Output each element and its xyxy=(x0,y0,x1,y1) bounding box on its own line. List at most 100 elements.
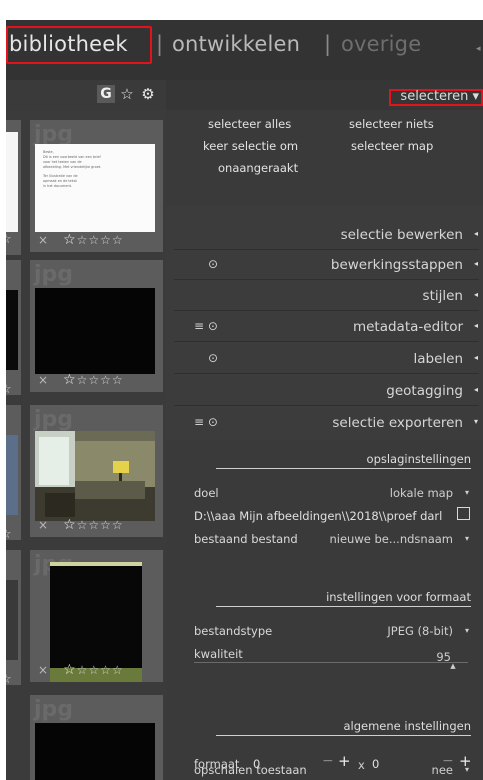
file-format-value[interactable]: JPEG (8-bit) xyxy=(387,624,453,638)
darktable-window: bibliotheek | ontwikkelen | overige ◂ G … xyxy=(6,20,483,780)
module-metadata-editor[interactable]: ≡ ⊙ metadata-editor ◂ xyxy=(166,313,483,341)
select-module-header: selecteren ▾ xyxy=(166,80,483,110)
select-all-button[interactable]: selecteer alles xyxy=(208,117,291,131)
reject-icon[interactable]: × xyxy=(38,663,49,677)
thumbnail-image: Beste, Dit is een voorbeeld van een brie… xyxy=(35,144,155,232)
star-icons[interactable]: ☆☆☆☆ xyxy=(77,233,124,247)
star-icons[interactable]: ☆☆☆☆ xyxy=(77,663,124,677)
module-label: bewerkingsstappen xyxy=(330,257,463,273)
star-rating[interactable]: × ☆☆☆☆☆ xyxy=(38,232,124,248)
export-path-input[interactable]: D:\\aaa Mijn afbeeldingen\\2018\\proef d… xyxy=(194,509,442,523)
module-label: selectie exporteren xyxy=(332,415,463,431)
star-overlay-icon[interactable]: ☆ xyxy=(118,85,136,103)
file-extension-label: jpg xyxy=(34,407,74,432)
folder-browse-icon[interactable] xyxy=(457,507,470,520)
on-conflict-label: bestaand bestand xyxy=(194,532,298,546)
star-icon[interactable]: ☆ xyxy=(63,517,77,533)
thumbnail[interactable]: jpg Beste, Dit is een voorbeeld van een … xyxy=(30,120,163,252)
thumbnail-partial[interactable]: ☆ xyxy=(6,405,21,542)
star-rating[interactable]: × ☆☆☆☆☆ xyxy=(38,372,124,388)
right-panel: selecteren ▾ selecteer alles selecteer n… xyxy=(166,80,483,780)
reject-icon[interactable]: × xyxy=(38,518,49,532)
height-input[interactable]: 0 xyxy=(372,757,379,771)
target-storage-value[interactable]: lokale map xyxy=(390,486,453,500)
module-selected-images[interactable]: selectie bewerken ◂ xyxy=(166,221,483,249)
star-rating[interactable]: × ☆☆☆☆☆ xyxy=(38,517,124,533)
module-tagging[interactable]: ⊙ labelen ◂ xyxy=(166,345,483,373)
thumbnail-partial[interactable]: ☆ xyxy=(6,550,21,687)
quality-slider-track[interactable] xyxy=(194,662,468,663)
collapse-arrow-icon: ◂ xyxy=(473,353,478,362)
target-storage-label: doel xyxy=(194,486,219,500)
thumbnail[interactable]: jpg × ☆☆☆☆☆ xyxy=(30,260,163,392)
reset-icon[interactable]: ⊙ xyxy=(208,351,218,365)
presets-reset-icons[interactable]: ≡ ⊙ xyxy=(194,415,218,429)
grouping-button[interactable]: G xyxy=(97,85,115,103)
invert-selection-button[interactable]: keer selectie om xyxy=(203,139,298,153)
reset-icon[interactable]: ⊙ xyxy=(208,257,218,271)
thumbnail-partial[interactable]: ☆ xyxy=(6,120,21,255)
dropdown-arrow-icon[interactable]: ▾ xyxy=(465,626,469,635)
upscale-value[interactable]: nee xyxy=(432,763,453,777)
size-separator: x xyxy=(358,758,365,772)
dropdown-arrow-icon[interactable]: ▾ xyxy=(465,488,469,497)
collapse-arrow-icon: ◂ xyxy=(473,259,478,268)
width-increase-button[interactable]: + xyxy=(338,752,351,770)
gear-icon[interactable]: ⚙ xyxy=(139,85,157,103)
select-buttons: selecteer alles selecteer niets keer sel… xyxy=(166,110,483,206)
quality-slider-marker[interactable]: ▲ xyxy=(450,662,455,670)
doc-line: in het document. xyxy=(43,184,72,188)
view-other[interactable]: overige xyxy=(341,32,421,56)
thumbnail-image xyxy=(35,288,155,374)
thumbnail[interactable]: jpg xyxy=(30,695,163,780)
thumbnail-image xyxy=(50,562,142,672)
lighttable-grid: ☆ ☆ ☆ ☆ jpg Beste, Dit is een voorbeeld … xyxy=(6,110,166,780)
star-icon[interactable]: ☆ xyxy=(6,527,12,542)
module-styles[interactable]: stijlen ◂ xyxy=(166,282,483,310)
star-icon[interactable]: ☆ xyxy=(6,232,12,247)
star-icon[interactable]: ☆ xyxy=(63,662,77,678)
module-export-selected[interactable]: ≡ ⊙ selectie exporteren ▾ xyxy=(166,409,483,437)
thumbnail[interactable]: jpg × ☆☆☆☆☆ xyxy=(30,405,163,537)
dropdown-arrow-icon[interactable]: ▾ xyxy=(465,534,469,543)
reject-icon[interactable]: × xyxy=(38,373,49,387)
untouched-button[interactable]: onaangeraakt xyxy=(218,161,298,175)
star-icon[interactable]: ☆ xyxy=(6,672,12,687)
format-section-title: instellingen voor formaat xyxy=(326,590,471,604)
thumbnail-partial[interactable]: ☆ xyxy=(6,260,21,397)
star-icon[interactable]: ☆ xyxy=(63,232,77,248)
module-geotagging[interactable]: geotagging ◂ xyxy=(166,377,483,405)
width-decrease-button[interactable]: − xyxy=(322,753,334,769)
collapse-arrow-icon: ◂ xyxy=(473,385,478,394)
view-library[interactable]: bibliotheek xyxy=(9,32,128,56)
module-label: labelen xyxy=(413,351,463,367)
star-icon[interactable]: ☆ xyxy=(63,372,77,388)
view-develop[interactable]: ontwikkelen xyxy=(172,32,300,56)
star-rating[interactable]: × ☆☆☆☆☆ xyxy=(38,662,124,678)
presets-reset-icons[interactable]: ≡ ⊙ xyxy=(194,319,218,333)
select-folder-button[interactable]: selecteer map xyxy=(351,139,433,153)
module-label: selectie bewerken xyxy=(340,227,463,243)
thumbnail-image xyxy=(35,431,155,521)
reject-icon[interactable]: × xyxy=(38,233,49,247)
module-label: geotagging xyxy=(386,383,463,399)
file-format-label: bestandstype xyxy=(194,624,273,638)
star-icons[interactable]: ☆☆☆☆ xyxy=(77,518,124,532)
star-icons[interactable]: ☆☆☆☆ xyxy=(77,373,124,387)
star-icon[interactable]: ☆ xyxy=(6,382,12,397)
right-panel-toggle-icon[interactable]: ◂ xyxy=(476,44,481,54)
module-history-stack[interactable]: ⊙ bewerkingsstappen ◂ xyxy=(166,251,483,279)
expand-arrow-icon: ▾ xyxy=(473,417,478,426)
general-section-title: algemene instellingen xyxy=(343,719,471,733)
file-extension-label: jpg xyxy=(34,262,74,287)
select-module-title[interactable]: selecteren ▾ xyxy=(389,89,483,106)
export-settings: opslaginstellingen doel lokale map ▾ D:\… xyxy=(166,440,483,780)
on-conflict-value[interactable]: nieuwe be...ndsnaam xyxy=(330,532,454,546)
dropdown-arrow-icon[interactable]: ▾ xyxy=(465,765,469,774)
collapse-arrow-icon: ◂ xyxy=(473,321,478,330)
thumbnail[interactable]: jpg ×☆☆☆☆☆ xyxy=(30,550,163,682)
thumbnail-image xyxy=(35,723,155,780)
file-extension-label: jpg xyxy=(34,697,74,722)
quality-label: kwaliteit xyxy=(194,647,243,661)
select-none-button[interactable]: selecteer niets xyxy=(349,117,434,131)
